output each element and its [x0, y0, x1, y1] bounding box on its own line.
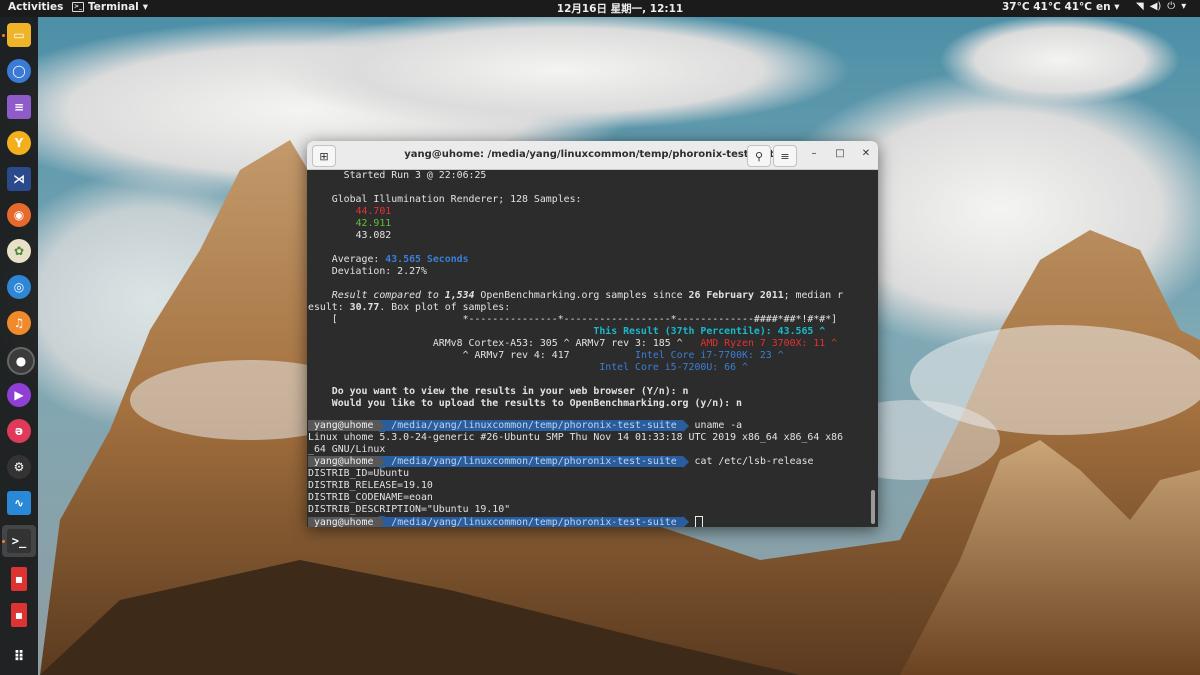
- running-indicator: [2, 34, 5, 37]
- box-plot-line: [ *---------------*------------------*--…: [308, 314, 838, 325]
- test-name-line: Global Illumination Renderer; 128 Sample…: [308, 194, 582, 205]
- wifi-icon: ◥: [1136, 1, 1144, 12]
- window-titlebar[interactable]: ⊞ yang@uhome: /media/yang/linuxcommon/te…: [307, 141, 878, 170]
- files-icon[interactable]: ▭: [7, 23, 31, 47]
- terminal-icon[interactable]: >_: [7, 529, 31, 553]
- video-player-icon[interactable]: ▶: [7, 383, 31, 407]
- vscode-icon[interactable]: ⋊: [7, 167, 31, 191]
- obs-icon[interactable]: ●: [7, 347, 35, 375]
- lsb-codename: DISTRIB_CODENAME=eoan: [308, 492, 433, 503]
- pdf-icon-2[interactable]: ▪: [11, 603, 27, 627]
- reference-line-1: ARMv8 Cortex-A53: 305 ^ ARMv7 rev 3: 185…: [308, 338, 838, 349]
- sample-line-3: 43.082: [355, 230, 392, 241]
- prompt-user: yang@uhome: [308, 456, 380, 467]
- prompt-user: yang@uhome: [308, 420, 380, 431]
- terminal-scrollbar[interactable]: [870, 170, 876, 527]
- power-icon: ⏻: [1167, 1, 1176, 12]
- steam-icon[interactable]: ⚙: [7, 455, 31, 479]
- text-cursor: [694, 516, 703, 527]
- language-label: en: [1096, 1, 1111, 13]
- monitor-icon[interactable]: ∿: [7, 491, 31, 515]
- screenshot-icon[interactable]: ◎: [7, 275, 31, 299]
- maximize-icon: □: [835, 148, 845, 159]
- chevron-down-icon: ▾: [1181, 1, 1187, 12]
- command: cat /etc/lsb-release: [688, 456, 814, 467]
- prompt-path: /media/yang/linuxcommon/temp/phoronix-te…: [385, 456, 683, 467]
- yandex-icon[interactable]: Y: [7, 131, 31, 155]
- prompt-user: yang@uhome: [308, 517, 380, 527]
- volume-icon: ◀): [1149, 1, 1162, 12]
- terminal-window[interactable]: ⊞ yang@uhome: /media/yang/linuxcommon/te…: [307, 141, 878, 527]
- comparison-line: Result compared to 1,534 OpenBenchmarkin…: [308, 290, 844, 301]
- this-result-line: This Result (37th Percentile): 43.565 ^: [593, 326, 826, 337]
- system-menu[interactable]: ◥ ◀) ⏻ ▾: [1136, 1, 1186, 12]
- view-results-prompt: Do you want to view the results in your …: [308, 386, 689, 397]
- minimize-button[interactable]: –: [807, 147, 821, 161]
- chromium-icon[interactable]: ◯: [7, 59, 31, 83]
- music-icon[interactable]: ♫: [7, 311, 31, 335]
- close-button[interactable]: ✕: [859, 147, 873, 161]
- running-indicator: [2, 540, 5, 543]
- reference-line-3: Intel Core i5-7200U: 66 ^: [599, 362, 748, 373]
- prompt-path: /media/yang/linuxcommon/temp/phoronix-te…: [385, 517, 683, 527]
- uname-output-2: _64 GNU/Linux: [308, 444, 386, 455]
- input-method-indicator[interactable]: en ▾: [1096, 1, 1120, 13]
- sample-line-2: 42.911: [355, 218, 392, 229]
- uname-output: Linux uhome 5.3.0-24-generic #26-Ubuntu …: [308, 432, 844, 443]
- reference-line-2: ^ ARMv7 rev 4: 417 Intel Core i7-7700K: …: [308, 350, 784, 361]
- search-icon: ⚲: [754, 149, 764, 163]
- prompt-path: /media/yang/linuxcommon/temp/phoronix-te…: [385, 420, 683, 431]
- maximize-button[interactable]: □: [833, 147, 847, 161]
- firefox-icon[interactable]: ◉: [7, 203, 31, 227]
- scrollbar-thumb[interactable]: [871, 490, 875, 524]
- run-start-line: Started Run 3 @ 22:06:25: [308, 170, 487, 181]
- hamburger-icon: ≡: [780, 149, 790, 163]
- deviation-line: Deviation: 2.27%: [308, 266, 427, 277]
- upload-results-prompt: Would you like to upload the results to …: [308, 398, 743, 409]
- temperature-indicator[interactable]: 37°C 41°C 41°C: [1002, 1, 1092, 13]
- terminal-output[interactable]: Started Run 3 @ 22:06:25 Global Illumina…: [307, 170, 878, 527]
- app-icon[interactable]: ə: [7, 419, 31, 443]
- pdf-icon[interactable]: ▪: [11, 567, 27, 591]
- command: uname -a: [688, 420, 743, 431]
- menu-button[interactable]: ≡: [773, 145, 797, 167]
- comparison-line-2: esult: 30.77. Box plot of samples:: [308, 302, 511, 313]
- sample-line-1: 44.701: [355, 206, 392, 217]
- text-editor-icon[interactable]: ≡: [7, 95, 31, 119]
- average-line: Average: 43.565 Seconds: [308, 254, 469, 265]
- lsb-id: DISTRIB_ID=Ubuntu: [308, 468, 410, 479]
- prompt-line-1: yang@uhome /media/yang/linuxcommon/temp/…: [308, 420, 742, 432]
- close-icon: ✕: [861, 148, 871, 159]
- prompt-line-3: yang@uhome /media/yang/linuxcommon/temp/…: [308, 516, 703, 527]
- dock: ▭ ◯ ≡ Y ⋊ ◉ ✿ ◎ ♫ ● ▶ ə ⚙ ∿ >_ ▪ ▪ ⠿: [0, 17, 38, 675]
- top-panel: Activities >_ Terminal ▾ 12月16日 星期一, 12:…: [0, 0, 1200, 17]
- minimize-icon: –: [811, 148, 817, 159]
- show-apps-icon[interactable]: ⠿: [7, 645, 31, 669]
- search-button[interactable]: ⚲: [747, 145, 771, 167]
- lsb-description: DISTRIB_DESCRIPTION="Ubuntu 19.10": [308, 504, 511, 515]
- lsb-release: DISTRIB_RELEASE=19.10: [308, 480, 433, 491]
- chrome-icon[interactable]: ✿: [7, 239, 31, 263]
- prompt-line-2: yang@uhome /media/yang/linuxcommon/temp/…: [308, 456, 813, 468]
